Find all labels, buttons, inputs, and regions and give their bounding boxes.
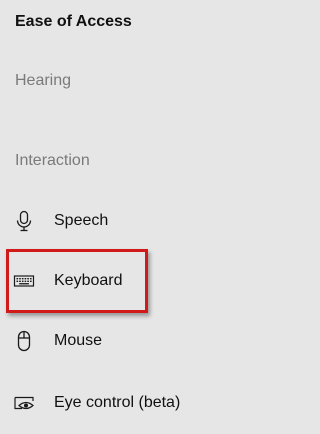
sidebar-item-label: Keyboard	[54, 272, 123, 289]
sidebar-item-keyboard[interactable]: Keyboard	[0, 261, 225, 301]
keyboard-icon	[13, 270, 35, 292]
sidebar-item-label: Mouse	[54, 332, 103, 349]
section-header-hearing: Hearing	[15, 72, 72, 89]
microphone-icon	[13, 210, 35, 232]
eye-control-icon	[13, 392, 35, 414]
sidebar-item-speech[interactable]: Speech	[0, 201, 225, 241]
ease-of-access-sidebar: Ease of Access Hearing Interaction Speec…	[0, 0, 225, 434]
sidebar-item-label: Eye control (beta)	[54, 394, 181, 411]
mouse-icon	[13, 330, 35, 352]
section-header-interaction: Interaction	[15, 152, 90, 169]
page-title: Ease of Access	[15, 13, 132, 30]
sidebar-item-label: Speech	[54, 212, 109, 229]
sidebar-item-mouse[interactable]: Mouse	[0, 321, 225, 361]
sidebar-item-eye-control[interactable]: Eye control (beta)	[0, 383, 225, 423]
